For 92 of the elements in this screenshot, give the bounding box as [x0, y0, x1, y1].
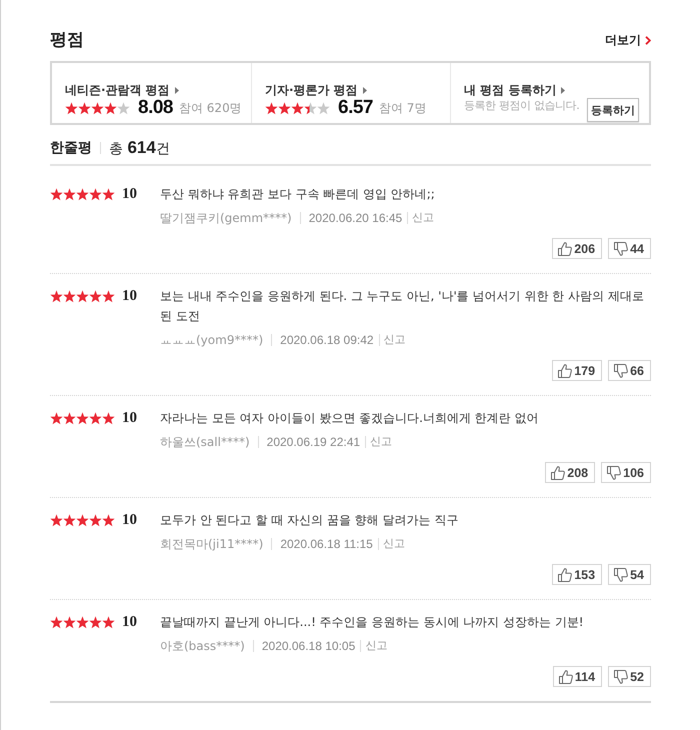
review-date: 2020.06.18 11:15 [271, 538, 373, 550]
rating-link[interactable]: 기자·평론가 평점 [265, 83, 367, 97]
star-icon [50, 412, 63, 424]
star-icon [102, 514, 115, 526]
average-score: 8.08 [138, 97, 173, 119]
dislike-button[interactable]: 44 [608, 238, 651, 259]
like-button[interactable]: 114 [552, 666, 602, 687]
star-icon [76, 188, 89, 200]
thumbs-down-icon [614, 364, 628, 378]
review-score: 10 [122, 185, 137, 204]
chevron-right-icon [645, 36, 651, 44]
star-icon [50, 514, 63, 526]
like-button[interactable]: 179 [552, 360, 602, 381]
like-button[interactable]: 206 [552, 238, 602, 259]
review-text: 끝날때까지 끝난게 아니다...! 주수인을 응원하는 동시에 나까지 성장하는 기분! [160, 614, 585, 631]
thumbs-down-icon [614, 242, 628, 256]
star-icon [50, 290, 63, 302]
star-icon [76, 290, 89, 302]
thumbs-down-icon [614, 670, 628, 684]
rating-link[interactable]: 내 평점 등록하기 [464, 83, 566, 97]
thumbs-up-icon [558, 568, 572, 582]
empty-rating-message: 등록한 평점이 없습니다. [464, 98, 580, 114]
dislike-button[interactable]: 66 [608, 360, 651, 381]
review-date: 2020.06.18 09:42 [271, 334, 374, 346]
star-icon [89, 616, 102, 628]
author-name: 아호(bass****) [160, 638, 245, 654]
author-name: 딸기잼쿠키(gemm****) [160, 210, 292, 226]
caret-right-icon [362, 86, 367, 94]
star-icon [91, 102, 104, 114]
thumbs-down-icon [614, 568, 628, 582]
star-icon [304, 102, 317, 114]
star-icon [317, 102, 330, 114]
star-icon [63, 514, 76, 526]
more-link[interactable]: 더보기 [605, 32, 651, 48]
star-icon [78, 102, 91, 114]
thumbs-up-icon [551, 466, 566, 480]
star-icon [102, 188, 115, 200]
review-text: 자라나는 모든 여자 아이들이 봤으면 좋겠습니다.너희에게 한계란 없어 [160, 410, 540, 427]
review-text: 두산 뭐하냐 유희관 보다 구속 빠른데 영입 안하네;; [160, 186, 436, 203]
star-icon [63, 188, 76, 200]
caret-right-icon [561, 86, 566, 94]
star-icon [102, 290, 115, 302]
author-name: 회전목마(ji11****) [160, 536, 264, 552]
dislike-button[interactable]: 54 [608, 564, 651, 585]
star-icon [278, 102, 291, 114]
dislike-button[interactable]: 106 [601, 462, 651, 483]
register-button[interactable]: 등록하기 [587, 98, 639, 122]
caret-right-icon [174, 86, 179, 94]
review-score: 10 [122, 287, 137, 306]
section-title: 평점 [50, 29, 84, 52]
thumbs-up-icon [558, 364, 572, 378]
star-icon [104, 102, 117, 114]
star-icon [63, 412, 76, 424]
like-button[interactable]: 208 [545, 462, 596, 483]
rating-link[interactable]: 네티즌·관람객 평점 [65, 83, 179, 97]
star-icon [89, 290, 102, 302]
review-text: 모두가 안 된다고 할 때 자신의 꿈을 향해 달려가는 직구 [160, 512, 460, 529]
like-button[interactable]: 153 [552, 564, 602, 585]
review-score: 10 [122, 613, 137, 632]
star-icon [50, 188, 63, 200]
star-icon [50, 616, 63, 628]
star-icon [65, 102, 78, 114]
review-text: 보는 내내 주수인을 응원하게 된다. 그 누구도 아닌, '나'를 넘어서기 위한 한 사람의 제대로 된 도전 [160, 288, 645, 325]
review-date: 2020.06.18 10:05 [252, 640, 356, 652]
author-name: ㅛㅛㅛ(yom9****) [160, 332, 264, 348]
star-icon [89, 514, 102, 526]
star-icon [265, 102, 278, 114]
star-icon [117, 102, 130, 114]
review-score: 10 [122, 409, 137, 428]
participant-count: 참여 620명 [178, 100, 242, 116]
thumbs-down-icon [607, 466, 622, 480]
dislike-button[interactable]: 52 [608, 666, 651, 687]
star-icon [76, 616, 89, 628]
average-score: 6.57 [338, 97, 373, 119]
star-icon [89, 412, 102, 424]
review-date: 2020.06.20 16:45 [300, 212, 402, 224]
star-icon [63, 290, 76, 302]
star-icon [63, 616, 76, 628]
star-icon [102, 412, 115, 424]
review-total: 총 614건 [109, 138, 170, 158]
star-icon [76, 412, 89, 424]
thumbs-up-icon [558, 242, 572, 256]
star-icon [89, 188, 102, 200]
star-icon [76, 514, 89, 526]
participant-count: 참여 7명 [378, 100, 426, 116]
review-section-title: 한줄평 [50, 142, 101, 154]
star-icon [291, 102, 304, 114]
author-name: 하울쓰(sall****) [160, 434, 250, 450]
review-score: 10 [122, 511, 137, 530]
thumbs-up-icon [558, 670, 573, 684]
review-date: 2020.06.19 22:41 [258, 436, 360, 448]
star-icon [102, 616, 115, 628]
